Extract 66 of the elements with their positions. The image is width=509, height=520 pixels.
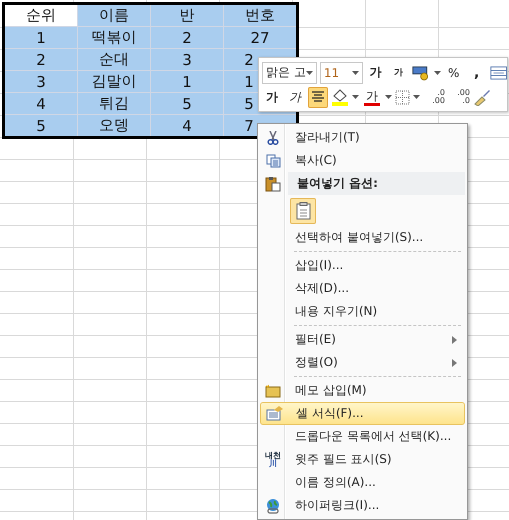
- format-cells-icon: [266, 406, 282, 421]
- table-cell: 김말이: [78, 71, 150, 92]
- header-cell: 반: [151, 5, 223, 26]
- font-color-button[interactable]: 가: [362, 86, 382, 108]
- clipboard-icon: [265, 176, 281, 192]
- table-cell: 4: [151, 115, 223, 136]
- table-cell: 5: [5, 115, 77, 136]
- menu-item[interactable]: 내천 川 윗주 필드 표시(S): [260, 448, 465, 471]
- menu-item[interactable]: 하이퍼링크(I)...: [260, 494, 465, 517]
- header-cell: 순위: [5, 5, 77, 26]
- header-cell: 번호: [224, 5, 296, 26]
- section-header: 붙여넣기 옵션:: [288, 172, 465, 195]
- caret-icon: [352, 95, 359, 99]
- menu-item[interactable]: 내용 지우기(N): [260, 300, 465, 323]
- font-size-dropdown[interactable]: 11: [320, 62, 363, 84]
- table-cell: 27: [224, 27, 296, 48]
- fill-color-icon[interactable]: [331, 88, 349, 106]
- table-cell: 4: [5, 93, 77, 114]
- table-cell: 1: [5, 27, 77, 48]
- table-cell: 2: [5, 49, 77, 70]
- clipboard-icon: [296, 202, 310, 220]
- font-name-dropdown[interactable]: 맑은 고: [262, 62, 317, 84]
- caret-icon: [352, 70, 359, 74]
- table-cell: 순대: [78, 49, 150, 70]
- menu-item[interactable]: 선택하여 붙여넣기(S)...: [260, 226, 465, 249]
- submenu-arrow-icon: [452, 336, 457, 344]
- merge-cells-icon[interactable]: [490, 64, 508, 80]
- table-cell: 1: [151, 71, 223, 92]
- paste-button[interactable]: [290, 198, 316, 224]
- menu-item[interactable]: 이름 정의(A)...: [260, 471, 465, 494]
- copy-icon: [266, 154, 280, 168]
- menu-item[interactable]: 정렬(O): [260, 351, 465, 374]
- borders-icon[interactable]: [395, 90, 410, 104]
- menu-item[interactable]: 드롭다운 목록에서 선택(K)...: [260, 425, 465, 448]
- table-cell: 3: [5, 71, 77, 92]
- caret-icon: [434, 70, 441, 74]
- increase-decimal-button[interactable]: .0 .00: [423, 89, 445, 105]
- center-align-button[interactable]: [308, 86, 328, 108]
- menu-item[interactable]: 삭제(D)...: [260, 277, 465, 300]
- format-painter-icon[interactable]: [473, 88, 491, 106]
- percent-button[interactable]: %: [444, 62, 464, 83]
- caret-icon: [385, 95, 392, 99]
- shrink-font-button[interactable]: 가: [388, 62, 409, 83]
- table-cell: 튀김: [78, 93, 150, 114]
- menu-item[interactable]: 복사(C): [260, 149, 465, 172]
- grow-font-button[interactable]: 가: [366, 62, 386, 83]
- menu-item[interactable]: 삽입(I)...: [260, 254, 465, 277]
- comma-button[interactable]: ,: [466, 62, 487, 83]
- note-icon: [265, 384, 281, 398]
- table-cell: 3: [151, 49, 223, 70]
- table-cell: 5: [151, 93, 223, 114]
- table-cell: 떡볶이: [78, 27, 150, 48]
- menu-item[interactable]: 메모 삽입(M): [260, 379, 465, 402]
- table-cell: 오뎅: [78, 115, 150, 136]
- submenu-arrow-icon: [452, 358, 457, 366]
- align-center-icon: [311, 91, 325, 103]
- menu-item[interactable]: 필터(E): [260, 328, 465, 351]
- phonetic-icon: 내천 川: [265, 452, 281, 468]
- menu-item[interactable]: 셀 서식(F)...: [260, 402, 465, 425]
- scissors-icon: [267, 130, 279, 144]
- caret-icon: [306, 70, 313, 74]
- header-cell: 이름: [78, 5, 150, 26]
- caret-icon: [413, 95, 420, 99]
- table-cell: 2: [151, 27, 223, 48]
- decrease-decimal-button[interactable]: .00 .0: [448, 89, 470, 105]
- hyperlink-icon: [265, 498, 281, 514]
